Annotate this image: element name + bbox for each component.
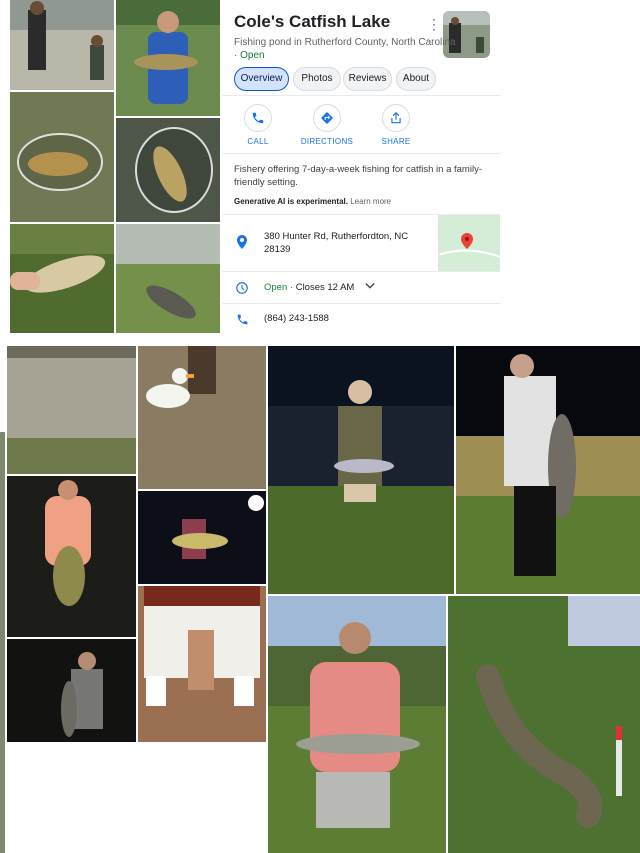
hours[interactable]: Open · Closes 12 AM — [264, 282, 375, 293]
tab-overview-label: Overview — [240, 73, 283, 84]
divider — [222, 153, 500, 154]
directions-button[interactable]: DIRECTIONS — [292, 104, 362, 146]
mini-map[interactable] — [438, 215, 500, 271]
photo-white-duck[interactable] — [138, 346, 266, 489]
knowledge-panel: Cole's Catfish Lake ⋮ Fishing pond in Ru… — [222, 0, 500, 335]
share-label: SHARE — [381, 137, 411, 146]
divider — [222, 271, 500, 272]
address[interactable]: 380 Hunter Rd, Rutherfordton, NC 28139 — [264, 230, 414, 256]
open-status-text: Open — [240, 50, 265, 61]
share-icon — [391, 111, 401, 124]
hours-status: Open — [264, 282, 288, 293]
phone-icon — [252, 112, 264, 124]
place-category: Fishing pond in Rutherford County, North… — [234, 37, 456, 48]
photo-man-child-fishing[interactable] — [10, 0, 114, 90]
tab-photos-label: Photos — [301, 73, 333, 84]
hours-separator: · — [289, 282, 294, 293]
photo-man-pink-shirt-catfish[interactable] — [268, 596, 446, 853]
place-thumbnail[interactable] — [443, 11, 490, 58]
phone-icon — [234, 311, 250, 327]
tab-reviews[interactable]: Reviews — [343, 67, 392, 91]
location-pin-icon — [234, 234, 250, 250]
place-title: Cole's Catfish Lake — [234, 12, 391, 31]
photo-hand-holding-carp[interactable] — [10, 224, 114, 333]
chevron-down-icon[interactable] — [365, 282, 375, 290]
ai-disclaimer-text: Generative AI is experimental. — [234, 197, 348, 206]
photo-catfish-on-grass-bobber[interactable] — [448, 596, 640, 853]
photo-coles-sign-catfish[interactable] — [138, 586, 266, 742]
photo-carp-in-net-2[interactable] — [116, 118, 220, 222]
photo-man-night-big-catfish[interactable] — [456, 346, 640, 594]
open-separator: · — [234, 50, 238, 61]
share-button[interactable]: SHARE — [361, 104, 431, 146]
directions-label: DIRECTIONS — [300, 137, 354, 146]
hours-closes: Closes 12 AM — [295, 282, 355, 293]
photo-sliver-left[interactable] — [0, 432, 5, 853]
tab-overview[interactable]: Overview — [234, 67, 289, 91]
photo-woman-night-catfish[interactable] — [7, 476, 136, 637]
photo-pond-shore[interactable] — [7, 346, 136, 474]
directions-icon — [321, 112, 333, 124]
photo-carp-in-net-1[interactable] — [10, 92, 114, 222]
photo-man-dark-catfish[interactable] — [7, 639, 136, 742]
address-line1: 380 Hunter Rd, Rutherfordton, NC — [264, 231, 409, 242]
photo-fish-on-grass[interactable] — [116, 224, 220, 333]
tab-photos[interactable]: Photos — [293, 67, 341, 91]
open-status: · Open — [234, 50, 265, 61]
learn-more-link[interactable]: Learn more — [350, 197, 391, 206]
call-button[interactable]: CALL — [223, 104, 293, 146]
tab-about[interactable]: About — [396, 67, 436, 91]
tab-about-label: About — [402, 73, 430, 84]
divider — [222, 303, 500, 304]
address-line2: 28139 — [264, 244, 291, 255]
phone-number[interactable]: (864) 243-1588 — [264, 313, 329, 324]
ai-disclaimer: Generative AI is experimental. Learn mor… — [234, 197, 391, 206]
photo-teen-night-catfish[interactable] — [268, 346, 454, 594]
divider — [222, 95, 500, 96]
photo-man-blue-shirt-carp[interactable] — [116, 0, 220, 116]
place-description: Fishery offering 7-day-a-week fishing fo… — [234, 164, 482, 188]
photo-night-group-catfish[interactable] — [138, 491, 266, 584]
call-label: CALL — [247, 137, 269, 146]
tab-reviews-label: Reviews — [348, 73, 387, 84]
clock-icon — [234, 280, 250, 296]
map-pin-icon — [461, 233, 473, 249]
more-vert-icon[interactable]: ⋮ — [427, 15, 441, 33]
